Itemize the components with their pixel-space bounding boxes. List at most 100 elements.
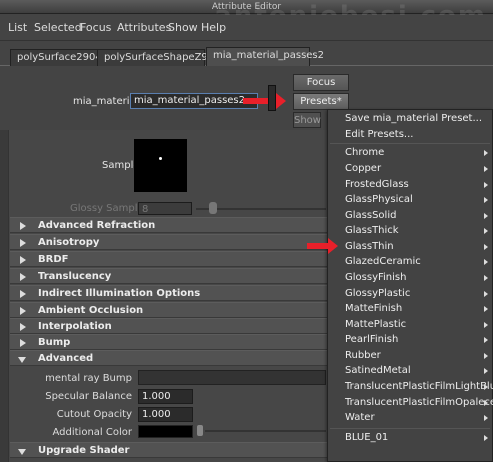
expand-arrow-icon [20,239,26,247]
section-translucency[interactable]: Translucency [10,268,333,284]
menu-attributes[interactable]: Attributes [117,21,171,34]
submenu-arrow-icon [484,182,488,188]
expand-arrow-icon [20,339,26,347]
menu-item-translucent-opalecent[interactable]: TranslucentPlasticFilmOpalecent [345,397,493,408]
expand-arrow-icon [20,290,26,298]
menu-item-glassphysical[interactable]: GlassPhysical [345,194,413,205]
section-label: Advanced Refraction [38,220,156,231]
expand-arrow-icon [20,222,26,230]
submenu-arrow-icon [484,384,488,390]
menu-item-save-preset[interactable]: Save mia_material Preset... [345,113,482,124]
section-label: Upgrade Shader [38,445,130,456]
submenu-arrow-icon [484,306,488,312]
sample-swatch [134,139,187,192]
section-label: Interpolation [38,321,112,332]
specular-balance-label: Specular Balance [45,391,132,402]
cutout-opacity-label: Cutout Opacity [56,409,132,420]
section-anisotropy[interactable]: Anisotropy [10,234,333,250]
submenu-arrow-icon [484,228,488,234]
menu-show[interactable]: Show [168,21,198,34]
submenu-arrow-icon [484,400,488,406]
section-indirect-illumination[interactable]: Indirect Illumination Options [10,285,333,301]
expand-arrow-icon [20,307,26,315]
menu-item-translucent-lightblur[interactable]: TranslucentPlasticFilmLightBlur [345,381,493,392]
tab-mia-material[interactable]: mia_material_passes2 [206,47,324,66]
section-upgrade-shader[interactable]: Upgrade Shader [10,442,333,458]
menu-item-rubber[interactable]: Rubber [345,350,381,361]
mental-ray-bump-label: mental ray Bump [45,373,132,384]
presets-dropdown-menu: Save mia_material Preset... Edit Presets… [327,109,493,462]
submenu-arrow-icon [484,197,488,203]
window-title: Attribute Editor [0,0,493,14]
section-bump[interactable]: Bump [10,334,333,350]
additional-color-label: Additional Color [52,427,133,438]
section-label: Bump [38,337,71,348]
submenu-arrow-icon [484,435,488,441]
section-advanced[interactable]: Advanced [10,350,333,366]
presets-button[interactable]: Presets* [293,93,349,110]
show-button[interactable]: Show [293,112,321,128]
tab-polysurfaceshape[interactable]: polySurfaceShapeZ904 [97,49,221,66]
node-name-field[interactable]: mia_material_passes2 [130,93,258,109]
submenu-arrow-icon [484,415,488,421]
menu-item-glasssolid[interactable]: GlassSolid [345,210,396,221]
menu-item-glossyfinish[interactable]: GlossyFinish [345,272,406,283]
menu-item-glassthick[interactable]: GlassThick [345,225,399,236]
tab-bar: polySurface2904 polySurfaceShapeZ904 mia… [0,42,493,66]
menu-separator [330,143,490,144]
section-advanced-refraction[interactable]: Advanced Refraction [10,217,333,233]
section-ambient-occlusion[interactable]: Ambient Occlusion [10,302,333,318]
specular-balance-field[interactable]: 1.000 [138,389,193,404]
section-label: Translucency [38,271,112,282]
submenu-arrow-icon [484,291,488,297]
section-interpolation[interactable]: Interpolation [10,318,333,334]
mental-ray-bump-field[interactable] [138,370,326,385]
menubar: List Selected Focus Attributes Show Help [0,15,493,41]
menu-item-chrome[interactable]: Chrome [345,147,384,158]
section-label: Anisotropy [38,237,100,248]
menu-item-frostedglass[interactable]: FrostedGlass [345,179,409,190]
menu-item-pearlfinish[interactable]: PearlFinish [345,334,398,345]
scrollbar[interactable] [0,130,8,462]
tab-polysurface[interactable]: polySurface2904 [10,49,102,66]
menu-item-blue-01[interactable]: BLUE_01 [345,432,388,443]
sample-highlight [159,157,162,160]
section-brdf[interactable]: BRDF [10,251,333,267]
menu-focus[interactable]: Focus [80,21,111,34]
menu-item-glazedceramic[interactable]: GlazedCeramic [345,256,421,267]
section-label: Advanced [38,353,94,364]
additional-color-slider[interactable] [205,430,326,432]
submenu-arrow-icon [484,368,488,374]
menu-list[interactable]: List [8,21,27,34]
section-label: BRDF [38,254,69,265]
input-output-icon[interactable] [268,85,276,111]
menu-item-satinedmetal[interactable]: SatinedMetal [345,365,411,376]
additional-color-slider-handle[interactable] [197,425,203,436]
glossy-samples-field[interactable]: 8 [138,202,192,215]
slider-handle[interactable] [209,202,217,214]
menu-item-matteplastic[interactable]: MattePlastic [345,319,406,330]
submenu-arrow-icon [484,150,488,156]
focus-button[interactable]: Focus [293,74,349,91]
additional-color-swatch[interactable] [138,425,193,438]
submenu-arrow-icon [484,275,488,281]
menu-item-glassthin[interactable]: GlassThin [345,241,394,252]
menu-item-copper[interactable]: Copper [345,163,381,174]
submenu-arrow-icon [484,244,488,250]
collapse-arrow-icon [18,357,26,363]
section-label: Indirect Illumination Options [38,288,201,299]
menu-item-mattefinish[interactable]: MatteFinish [345,303,402,314]
cutout-opacity-field[interactable]: 1.000 [138,407,193,422]
section-label: Ambient Occlusion [38,305,144,316]
annotation-arrow-glassthin [307,238,338,254]
menu-separator [330,428,490,429]
submenu-arrow-icon [484,337,488,343]
submenu-arrow-icon [484,166,488,172]
menu-help[interactable]: Help [201,21,226,34]
menu-item-glossyplastic[interactable]: GlossyPlastic [345,288,410,299]
menu-item-edit-presets[interactable]: Edit Presets... [345,129,413,140]
submenu-arrow-icon [484,259,488,265]
menu-selected[interactable]: Selected [34,21,82,34]
menu-item-water[interactable]: Water [345,412,375,423]
submenu-arrow-icon [484,213,488,219]
